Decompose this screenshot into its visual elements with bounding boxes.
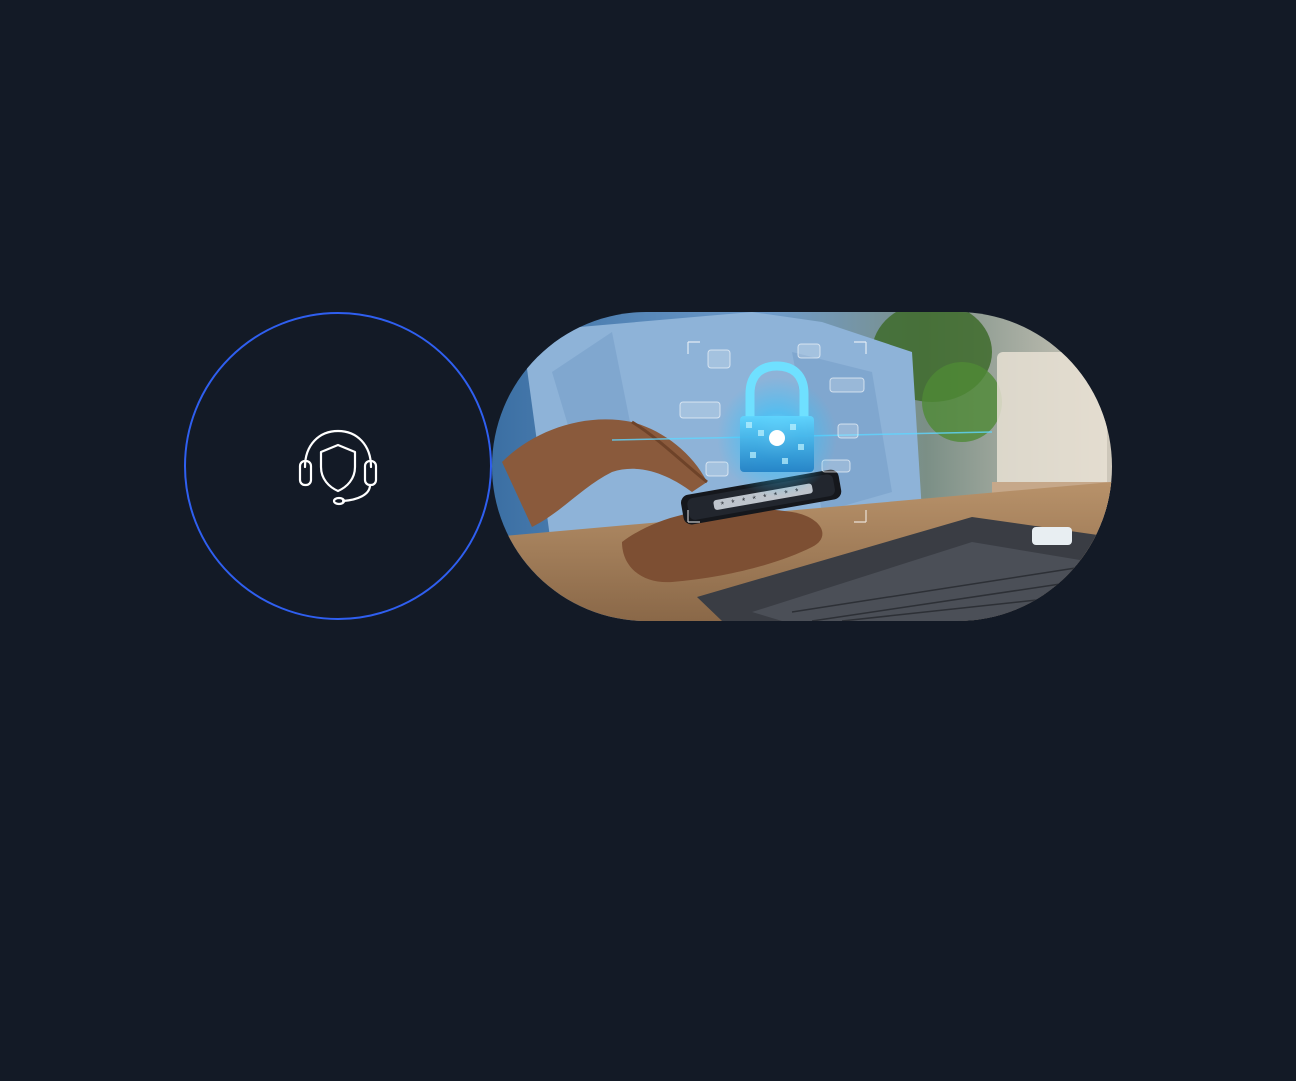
security-photo-illustration: * * * * * * * * [492, 312, 1112, 621]
security-photo: * * * * * * * * [492, 312, 1112, 621]
hero-visual: * * * * * * * * [0, 0, 1296, 1081]
support-badge-circle [184, 312, 492, 620]
headset-shield-icon [298, 429, 378, 506]
